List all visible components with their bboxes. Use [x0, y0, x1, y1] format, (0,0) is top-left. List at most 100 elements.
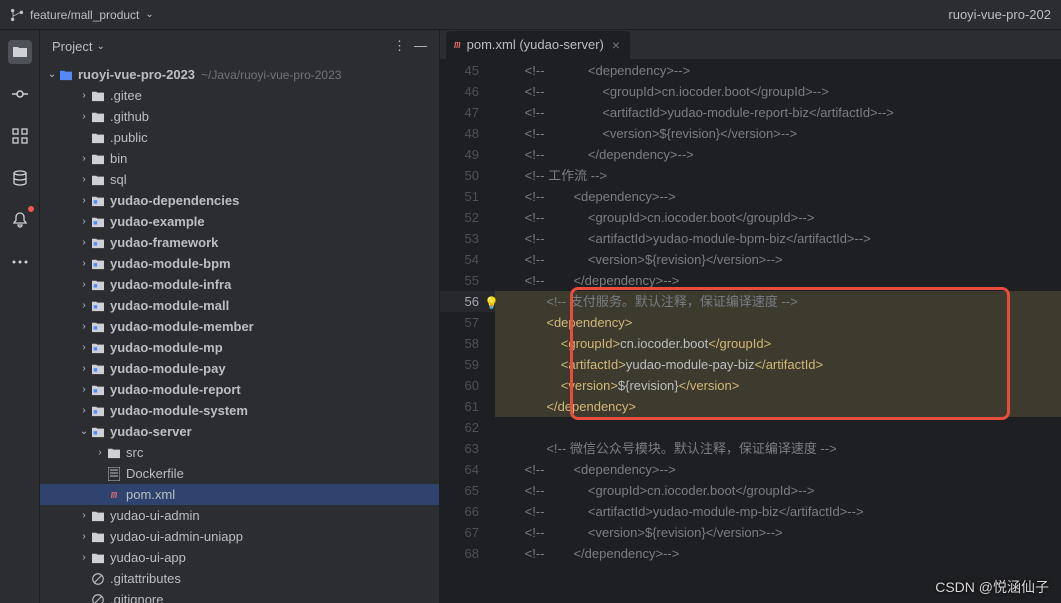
line-number: 45: [440, 60, 495, 81]
structure-button[interactable]: [8, 124, 32, 148]
tree-item[interactable]: › yudao-module-system: [40, 400, 439, 421]
code-line[interactable]: 62: [440, 417, 1061, 438]
file-tree[interactable]: ⌄ ruoyi-vue-pro-2023 ~/Java/ruoyi-vue-pr…: [40, 62, 439, 603]
tree-item[interactable]: ›bin: [40, 148, 439, 169]
code-line[interactable]: 50 <!-- 工作流 -->: [440, 165, 1061, 186]
chevron-down-icon: ⌄: [145, 9, 153, 20]
folder-icon: [90, 110, 106, 124]
code-line[interactable]: 49 <!-- </dependency>-->: [440, 144, 1061, 165]
code-text: </dependency>: [495, 396, 1061, 417]
tree-item[interactable]: ›src: [40, 442, 439, 463]
code-line[interactable]: 53 <!-- <artifactId>yudao-module-bpm-biz…: [440, 228, 1061, 249]
tree-label: yudao-dependencies: [110, 193, 239, 208]
tree-item[interactable]: ›yudao-example: [40, 211, 439, 232]
tab-pom-xml[interactable]: m pom.xml (yudao-server) ×: [446, 31, 630, 59]
code-line[interactable]: 68 <!-- </dependency>-->: [440, 543, 1061, 564]
line-number: 49: [440, 144, 495, 165]
sidebar-title[interactable]: Project ⌄: [52, 39, 105, 54]
main: Project ⌄ ⋮ — ⌄ ruoyi-vue-pro-2023 ~/Jav…: [0, 30, 1061, 603]
tree-item[interactable]: ›sql: [40, 169, 439, 190]
code-line[interactable]: 64 <!-- <dependency>-->: [440, 459, 1061, 480]
code-text: <!-- 支付服务。默认注释，保证编译速度 -->: [495, 291, 1061, 312]
tree-item[interactable]: Dockerfile: [40, 463, 439, 484]
code-line[interactable]: 59 <artifactId>yudao-module-pay-biz</art…: [440, 354, 1061, 375]
code-text: <!-- 工作流 -->: [495, 165, 1061, 186]
tree-label: sql: [110, 172, 127, 187]
database-button[interactable]: [8, 166, 32, 190]
tree-item[interactable]: ⌄yudao-server: [40, 421, 439, 442]
code-editor[interactable]: 45 <!-- <dependency>-->46 <!-- <groupId>…: [440, 60, 1061, 603]
close-icon[interactable]: ×: [610, 37, 622, 53]
tree-item[interactable]: ›yudao-module-pay: [40, 358, 439, 379]
code-line[interactable]: 48 <!-- <version>${revision}</version>--…: [440, 123, 1061, 144]
code-line[interactable]: 56💡 <!-- 支付服务。默认注释，保证编译速度 -->: [440, 291, 1061, 312]
more-button[interactable]: [8, 250, 32, 274]
tree-item[interactable]: ›.gitee: [40, 85, 439, 106]
chevron-icon: ›: [78, 300, 90, 311]
module-icon: [90, 425, 106, 439]
code-line[interactable]: 58 <groupId>cn.iocoder.boot</groupId>: [440, 333, 1061, 354]
code-line[interactable]: 45 <!-- <dependency>-->: [440, 60, 1061, 81]
project-view-button[interactable]: [8, 40, 32, 64]
sidebar-header: Project ⌄ ⋮ —: [40, 30, 439, 62]
tree-item[interactable]: ›yudao-dependencies: [40, 190, 439, 211]
code-line[interactable]: 61 </dependency>: [440, 396, 1061, 417]
code-line[interactable]: 47 <!-- <artifactId>yudao-module-report-…: [440, 102, 1061, 123]
tree-item[interactable]: .gitattributes: [40, 568, 439, 589]
tree-item[interactable]: ›yudao-module-infra: [40, 274, 439, 295]
tree-item[interactable]: ›yudao-module-mall: [40, 295, 439, 316]
chevron-icon: ›: [78, 342, 90, 353]
tree-item[interactable]: .public: [40, 127, 439, 148]
line-number: 47: [440, 102, 495, 123]
module-icon: [90, 278, 106, 292]
code-line[interactable]: 54 <!-- <version>${revision}</version>--…: [440, 249, 1061, 270]
git-icon: [90, 593, 106, 603]
code-line[interactable]: 57 <dependency>: [440, 312, 1061, 333]
tree-item[interactable]: ›yudao-ui-admin-uniapp: [40, 526, 439, 547]
tree-root[interactable]: ⌄ ruoyi-vue-pro-2023 ~/Java/ruoyi-vue-pr…: [40, 64, 439, 85]
code-line[interactable]: 55 <!-- </dependency>-->: [440, 270, 1061, 291]
more-icon[interactable]: ⋮: [393, 38, 406, 54]
code-line[interactable]: 60 <version>${revision}</version>: [440, 375, 1061, 396]
tree-item[interactable]: ›yudao-module-mp: [40, 337, 439, 358]
tree-item[interactable]: .gitignore: [40, 589, 439, 603]
tree-item[interactable]: ›yudao-ui-app: [40, 547, 439, 568]
branch-selector[interactable]: feature/mall_product ⌄: [10, 8, 154, 22]
chevron-down-icon: ⌄: [96, 41, 104, 52]
tree-item[interactable]: ›yudao-framework: [40, 232, 439, 253]
bulb-icon[interactable]: 💡: [484, 293, 499, 314]
tree-label: yudao-module-member: [110, 319, 254, 334]
chevron-icon: ›: [78, 153, 90, 164]
hide-icon[interactable]: —: [414, 38, 427, 54]
line-number: 67: [440, 522, 495, 543]
code-text: <!-- <groupId>cn.iocoder.boot</groupId>-…: [495, 480, 1061, 501]
code-line[interactable]: 66 <!-- <artifactId>yudao-module-mp-biz<…: [440, 501, 1061, 522]
tree-item[interactable]: mpom.xml: [40, 484, 439, 505]
chevron-icon: ›: [78, 111, 90, 122]
tree-item[interactable]: ›yudao-module-member: [40, 316, 439, 337]
code-line[interactable]: 51 <!-- <dependency>-->: [440, 186, 1061, 207]
commit-button[interactable]: [8, 82, 32, 106]
code-line[interactable]: 63 <!-- 微信公众号模块。默认注释，保证编译速度 -->: [440, 438, 1061, 459]
module-icon: [90, 320, 106, 334]
tree-item[interactable]: ›yudao-ui-admin: [40, 505, 439, 526]
module-icon: [90, 341, 106, 355]
tree-item[interactable]: ›.github: [40, 106, 439, 127]
line-number: 50: [440, 165, 495, 186]
code-line[interactable]: 46 <!-- <groupId>cn.iocoder.boot</groupI…: [440, 81, 1061, 102]
code-line[interactable]: 65 <!-- <groupId>cn.iocoder.boot</groupI…: [440, 480, 1061, 501]
code-text: <artifactId>yudao-module-pay-biz</artifa…: [495, 354, 1061, 375]
notifications-button[interactable]: [8, 208, 32, 232]
code-line[interactable]: 52 <!-- <groupId>cn.iocoder.boot</groupI…: [440, 207, 1061, 228]
code-text: <!-- <version>${revision}</version>-->: [495, 522, 1061, 543]
chevron-icon: ›: [78, 405, 90, 416]
tree-label: yudao-module-system: [110, 403, 248, 418]
chevron-icon: ⌄: [78, 426, 90, 437]
code-text: <version>${revision}</version>: [495, 375, 1061, 396]
tree-item[interactable]: ›yudao-module-bpm: [40, 253, 439, 274]
code-line[interactable]: 67 <!-- <version>${revision}</version>--…: [440, 522, 1061, 543]
code-text: <!-- <groupId>cn.iocoder.boot</groupId>-…: [495, 207, 1061, 228]
file-icon: [106, 467, 122, 481]
tree-item[interactable]: ›yudao-module-report: [40, 379, 439, 400]
code-text: <groupId>cn.iocoder.boot</groupId>: [495, 333, 1061, 354]
